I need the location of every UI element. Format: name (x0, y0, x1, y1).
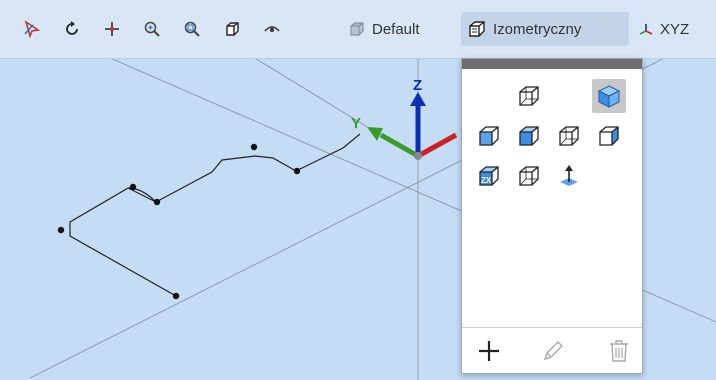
path-node[interactable] (153, 198, 161, 206)
panel-drag-handle[interactable] (462, 59, 642, 69)
y-axis-head (367, 127, 383, 141)
view-orientation-label: Izometryczny (493, 20, 582, 38)
path-node[interactable] (250, 143, 258, 151)
coordinate-system-dropdown[interactable]: XYZ (632, 12, 712, 46)
path-node[interactable] (293, 167, 301, 175)
delete-view-button[interactable] (602, 334, 636, 368)
zx-face-label: ZX (481, 176, 492, 185)
add-view-button[interactable] (472, 334, 506, 368)
x-axis-arrow (416, 132, 458, 159)
cube-left-face-icon (519, 126, 539, 146)
axis-triad: Z Y (351, 77, 458, 160)
panel-footer (462, 327, 642, 374)
y-axis-label: Y (351, 115, 361, 132)
select-tool-button[interactable] (18, 12, 46, 46)
edit-view-button[interactable] (536, 334, 570, 368)
cube-zx-face-icon: ZX (479, 166, 499, 186)
cube-right-face-icon (599, 126, 619, 146)
z-axis-head (410, 92, 426, 106)
cube-back-face-icon (559, 126, 579, 146)
shaded-cube-icon (597, 85, 621, 108)
coordinate-system-label: XYZ (660, 20, 690, 38)
view-isometric-wire-button[interactable] (512, 79, 546, 113)
pipe-path[interactable] (69, 133, 361, 297)
trash-icon (610, 340, 628, 362)
path-node[interactable] (57, 226, 65, 234)
select-cursor-icon (24, 20, 41, 38)
y-axis-arrow (379, 132, 420, 159)
view-orientation-panel: ZX (461, 58, 643, 374)
cad-window: Z Y Default Izometryczny XYZ ZX (0, 0, 716, 380)
coordinate-axes-icon (639, 24, 653, 35)
view-normal-button[interactable] (552, 159, 586, 193)
pan-icon (105, 22, 119, 36)
rotate-tool-button[interactable] (58, 12, 86, 46)
view-isometric-solid-button[interactable] (592, 79, 626, 113)
view-zx-button[interactable]: ZX (472, 159, 506, 193)
path-node[interactable] (172, 292, 180, 300)
view-orientation-dropdown[interactable]: Izometryczny (461, 12, 629, 46)
cube-front-face-icon (479, 126, 499, 146)
box-view-tool-button[interactable] (218, 12, 246, 46)
display-style-label: Default (372, 20, 420, 38)
zoom-window-icon (184, 21, 200, 37)
axis-origin (414, 152, 422, 160)
zoom-icon (144, 21, 160, 37)
view-left-button[interactable] (512, 119, 546, 153)
view-top-button[interactable] (512, 159, 546, 193)
rotate-icon (66, 21, 78, 35)
view-toolbar: Default Izometryczny XYZ (0, 0, 716, 59)
wireframe-cube-icon (519, 86, 539, 106)
pencil-icon (543, 341, 563, 361)
isometric-view-icon (469, 21, 485, 37)
z-axis-label: Z (413, 77, 422, 94)
cube-icon (226, 22, 239, 36)
zoom-tool-button[interactable] (138, 12, 166, 46)
pan-tool-button[interactable] (98, 12, 126, 46)
view-right-button[interactable] (592, 119, 626, 153)
eye-icon (264, 26, 280, 32)
zoom-window-tool-button[interactable] (178, 12, 206, 46)
plus-icon (479, 341, 499, 361)
normal-arrow-icon (560, 165, 578, 186)
display-style-dropdown[interactable]: Default (296, 12, 446, 46)
display-style-icon (350, 22, 364, 36)
view-back-button[interactable] (552, 119, 586, 153)
cube-top-face-icon (519, 166, 539, 186)
view-front-button[interactable] (472, 119, 506, 153)
path-node[interactable] (129, 183, 137, 191)
visibility-tool-button[interactable] (258, 12, 286, 46)
